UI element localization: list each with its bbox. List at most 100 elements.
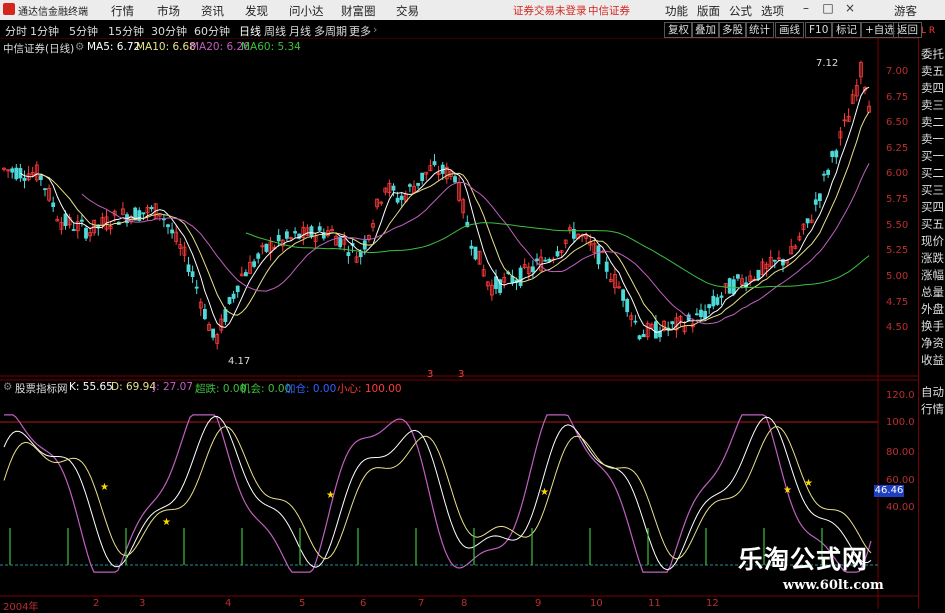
fuquan-button[interactable]: 复权 <box>664 22 693 38</box>
candle-body <box>621 289 625 301</box>
menu-jiaoyi[interactable]: 交易 <box>396 3 419 19</box>
event-marker[interactable]: 3 <box>458 369 464 380</box>
guest-label[interactable]: 游客 <box>894 3 917 19</box>
menu-faxian[interactable]: 发现 <box>245 3 268 19</box>
candle-body <box>256 253 261 259</box>
tongji-button[interactable]: 统计 <box>745 22 774 38</box>
date-tick: 2 <box>93 598 100 609</box>
period-fenshi[interactable]: 分时 <box>3 23 29 39</box>
period-weekly[interactable]: 周线 <box>262 23 288 39</box>
menu-banmian[interactable]: 版面 <box>697 3 720 19</box>
close-icon[interactable]: × <box>841 1 859 18</box>
panel-item-quote[interactable]: 行情 <box>920 401 945 417</box>
candle-body <box>407 184 412 187</box>
star-icon: ★ <box>326 490 335 501</box>
menu-gongshi[interactable]: 公式 <box>729 3 752 19</box>
j-value: J: 27.07 <box>153 381 194 393</box>
chevron-right-icon[interactable]: › <box>371 23 379 36</box>
period-monthly[interactable]: 月线 <box>287 23 313 39</box>
panel-item-weituo[interactable]: 委托 <box>920 46 945 62</box>
candle-body <box>781 259 785 266</box>
f10-button[interactable]: F10 <box>805 22 833 38</box>
price-tick: 6.75 <box>886 92 909 103</box>
k-value: K: 55.65 <box>69 381 113 393</box>
menu-xuanxiang[interactable]: 选项 <box>761 3 784 19</box>
period-daily[interactable]: 日线 <box>237 23 263 39</box>
d-value: D: 69.94 <box>111 381 157 393</box>
date-tick: 3 <box>139 598 146 609</box>
period-60min[interactable]: 60分钟 <box>192 23 232 39</box>
date-tick: 9 <box>535 598 542 609</box>
period-30min[interactable]: 30分钟 <box>149 23 189 39</box>
maximize-icon[interactable]: □ <box>819 1 837 18</box>
price-tick: 6.00 <box>886 168 909 179</box>
candle-body <box>432 161 437 166</box>
price-tick: 4.75 <box>886 297 909 308</box>
chaodie-value: 超跌: 0.00 <box>195 383 247 395</box>
event-marker[interactable]: 3 <box>427 369 433 380</box>
menu-zixun[interactable]: 资讯 <box>201 3 224 19</box>
candle-body <box>736 274 740 279</box>
indicator-legend: ⚙ 股票指标网 K: 55.65 D: 69.94 J: 27.07 超跌: 0… <box>3 381 703 395</box>
candle-body <box>391 185 396 191</box>
period-1min[interactable]: 1分钟 <box>28 23 61 39</box>
back-button[interactable]: 返回 <box>893 22 922 38</box>
menu-gongneng[interactable]: 功能 <box>665 3 688 19</box>
candle-body <box>469 245 474 249</box>
app-logo-icon <box>3 3 15 15</box>
menu-wenxiaoda[interactable]: 问小达 <box>289 3 324 19</box>
jihui-value: 机会: 0.00 <box>240 383 292 395</box>
price-tick: 5.25 <box>886 245 909 256</box>
period-5min[interactable]: 5分钟 <box>67 23 100 39</box>
candle-body <box>637 335 642 340</box>
minimize-icon[interactable]: – <box>797 1 815 18</box>
date-tick: 10 <box>590 598 603 609</box>
candle-body <box>641 333 646 338</box>
panel-item-outer: 外盘 <box>921 302 944 316</box>
candle-body <box>51 202 56 208</box>
ma20-line <box>81 163 870 325</box>
biaoji-button[interactable]: 标记 <box>832 22 861 38</box>
huaxian-button[interactable]: 画线 <box>775 22 804 38</box>
period-15min[interactable]: 15分钟 <box>106 23 146 39</box>
candle-body <box>699 309 703 318</box>
period-multi[interactable]: 多周期 <box>312 23 349 39</box>
star-icon: ★ <box>100 482 109 493</box>
panel-item-auto[interactable]: 自动 <box>920 384 945 400</box>
candle-body <box>14 167 19 180</box>
login-status[interactable]: 证券交易未登录 <box>513 3 587 18</box>
duogu-button[interactable]: 多股 <box>718 22 747 38</box>
candle-body <box>202 309 207 320</box>
broker-name: 中信证券 <box>588 5 630 17</box>
candle-body <box>166 224 170 228</box>
settings-gear-icon[interactable]: ⚙ <box>3 381 12 393</box>
panel-item-sell5: 卖五 <box>921 64 944 78</box>
panel-item-volume: 总量 <box>921 285 944 299</box>
candle-body <box>186 264 191 272</box>
candle-body <box>625 299 630 313</box>
menu-hangqing[interactable]: 行情 <box>111 3 134 19</box>
candle-body <box>473 246 478 260</box>
candle-body <box>190 271 195 277</box>
candle-body <box>707 304 712 309</box>
panel-item-buy2: 买二 <box>921 166 944 180</box>
settings-gear-icon[interactable]: ⚙ <box>75 41 84 53</box>
panel-item-netasset: 净资 <box>921 336 944 350</box>
panel-item-sell4: 卖四 <box>921 81 944 95</box>
diejia-button[interactable]: 叠加 <box>691 22 720 38</box>
chart-canvas[interactable]: ★ ★ ★ ★ ★ ★ <box>0 38 918 609</box>
candle-body <box>834 150 839 158</box>
panel-item-buy1: 买一 <box>921 149 944 163</box>
menu-caifuquan[interactable]: 财富圈 <box>341 3 376 19</box>
candle-body <box>84 227 88 239</box>
candle-body <box>243 272 248 277</box>
candle-body <box>731 279 736 295</box>
period-more[interactable]: 更多 <box>347 23 373 39</box>
star-icon: ★ <box>783 485 792 496</box>
indicator-title: 股票指标网 <box>15 383 68 395</box>
indicator-tick: 80.00 <box>886 447 915 458</box>
candle-body <box>338 236 343 248</box>
menu-shichang[interactable]: 市场 <box>157 3 180 19</box>
panel-toggle[interactable]: L R <box>921 26 935 36</box>
candle-body <box>826 169 830 175</box>
